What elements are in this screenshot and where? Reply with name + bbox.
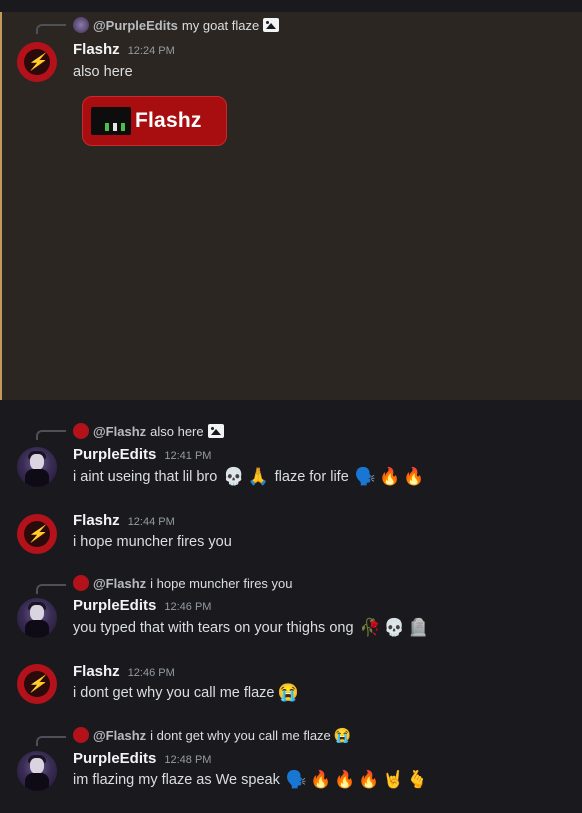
embed-label: Flashz	[135, 109, 202, 132]
message-text: im flazing my flaze as We speak	[73, 771, 280, 788]
pixel-avatar-icon	[91, 107, 131, 135]
message-item[interactable]: ⚡ Flashz 12:44 PM i hope muncher fires y…	[0, 508, 582, 558]
fire-emoji: 🔥	[358, 770, 380, 789]
message-text: also here	[73, 64, 133, 80]
message-content: i aint useing that lil bro 💀 🙏 flaze for…	[73, 468, 424, 485]
reply-text: i dont get why you call me flaze	[150, 727, 331, 743]
message-text: i hope muncher fires you	[73, 534, 232, 550]
timestamp[interactable]: 12:46 PM	[128, 667, 175, 679]
reply-connector	[36, 584, 66, 594]
message-text-2: flaze for life	[274, 468, 349, 485]
fire-emoji: 🔥	[378, 467, 401, 486]
reply-text: i hope muncher fires you	[150, 575, 293, 591]
lightning-icon: ⚡	[24, 49, 50, 75]
message-item[interactable]: @Flashz i hope muncher fires you PurpleE…	[0, 568, 582, 648]
message-item[interactable]: @PurpleEdits my goat flaze ⚡ Flashz 12:2…	[0, 0, 582, 160]
message-item[interactable]: ⚡ Flashz 12:46 PM i dont get why you cal…	[0, 660, 582, 710]
reply-mention[interactable]: @Flashz	[93, 728, 146, 743]
reply-preview[interactable]: @PurpleEdits my goat flaze	[73, 16, 280, 34]
lightning-icon: ⚡	[24, 521, 50, 547]
reply-mention[interactable]: @PurpleEdits	[93, 18, 178, 33]
finger-snap-emoji: 🫰	[406, 770, 428, 789]
username[interactable]: PurpleEdits	[73, 446, 156, 463]
avatar[interactable]	[17, 751, 57, 791]
speaking-head-emoji: 🗣️	[285, 770, 308, 789]
pray-emoji: 🙏	[247, 467, 269, 486]
timestamp[interactable]: 12:24 PM	[128, 45, 175, 57]
message-item[interactable]: @Flashz i dont get why you call me flaze…	[0, 722, 582, 812]
username[interactable]: Flashz	[73, 41, 120, 58]
reply-mention[interactable]: @Flashz	[93, 424, 146, 439]
message-content: you typed that with tears on your thighs…	[73, 619, 429, 636]
message-item[interactable]: @Flashz also here PurpleEdits 12:41 PM i…	[0, 414, 582, 494]
image-icon	[207, 424, 224, 438]
message-text: you typed that with tears on your thighs…	[73, 619, 354, 636]
skull-emoji: 💀	[223, 467, 245, 486]
fire-emoji: 🔥	[310, 770, 332, 789]
fire-emoji: 🔥	[334, 770, 356, 789]
wilted-rose-emoji: 🥀	[359, 618, 381, 637]
image-icon	[263, 18, 280, 32]
reply-connector	[36, 736, 66, 746]
headstone-emoji: 🪦	[407, 618, 430, 637]
loudly-crying-emoji: 😭	[333, 727, 352, 743]
timestamp[interactable]: 12:41 PM	[164, 450, 211, 462]
message-text: i dont get why you call me flaze	[73, 684, 275, 701]
message-text: i aint useing that lil bro	[73, 468, 218, 485]
reply-avatar	[73, 17, 89, 33]
reply-avatar	[73, 575, 89, 591]
name-banner-embed[interactable]: Flashz	[82, 96, 227, 146]
timestamp[interactable]: 12:46 PM	[164, 601, 211, 613]
timestamp[interactable]: 12:48 PM	[164, 754, 211, 766]
reply-preview[interactable]: @Flashz i hope muncher fires you	[73, 574, 293, 592]
timestamp[interactable]: 12:44 PM	[128, 516, 175, 528]
username[interactable]: Flashz	[73, 663, 120, 680]
rock-on-emoji: 🤘	[382, 770, 404, 789]
reply-text: also here	[150, 423, 204, 439]
reply-text: my goat flaze	[181, 17, 260, 33]
reply-connector	[36, 430, 66, 440]
reply-mention[interactable]: @Flashz	[93, 576, 146, 591]
speaking-head-emoji: 🗣️	[354, 467, 376, 486]
message-content: im flazing my flaze as We speak 🗣️ 🔥 🔥 🔥…	[73, 771, 428, 788]
fire-emoji: 🔥	[403, 467, 425, 486]
username[interactable]: Flashz	[73, 512, 120, 529]
reply-preview[interactable]: @Flashz also here	[73, 422, 224, 440]
avatar[interactable]: ⚡	[17, 42, 57, 82]
avatar[interactable]	[17, 598, 57, 638]
username[interactable]: PurpleEdits	[73, 750, 156, 767]
lightning-icon: ⚡	[24, 671, 50, 697]
avatar[interactable]: ⚡	[17, 664, 57, 704]
reply-preview[interactable]: @Flashz i dont get why you call me flaze…	[73, 726, 351, 744]
message-content: also here	[73, 64, 133, 80]
message-content: i dont get why you call me flaze 😭	[73, 684, 299, 701]
avatar[interactable]	[17, 447, 57, 487]
loudly-crying-emoji: 😭	[277, 683, 299, 702]
reply-avatar	[73, 423, 89, 439]
avatar[interactable]: ⚡	[17, 514, 57, 554]
message-content: i hope muncher fires you	[73, 534, 232, 550]
username[interactable]: PurpleEdits	[73, 597, 156, 614]
reply-connector	[36, 24, 66, 34]
reply-avatar	[73, 727, 89, 743]
skull-emoji: 💀	[383, 618, 405, 637]
